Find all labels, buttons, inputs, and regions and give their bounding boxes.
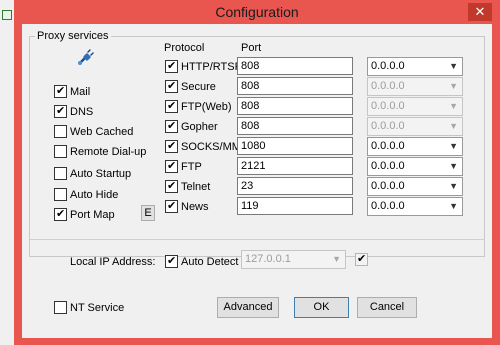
- chevron-down-icon: ▼: [449, 101, 458, 111]
- advanced-button[interactable]: Advanced: [217, 297, 279, 318]
- group-separator: [30, 239, 484, 240]
- local-ip-value: 127.0.0.1: [245, 253, 291, 265]
- protocol-checkbox-socks-mms[interactable]: [165, 139, 178, 153]
- bind-address-value: 0.0.0.0: [371, 120, 405, 132]
- background-app-strip: [0, 0, 14, 345]
- protocol-checkbox-telnet[interactable]: [165, 179, 178, 193]
- port-input-ftp-web[interactable]: 808: [237, 97, 353, 115]
- bind-address-value: 0.0.0.0: [371, 80, 405, 92]
- proxy-services-label: Proxy services: [35, 30, 111, 42]
- auto-detect-label: Auto Detect: [181, 256, 239, 268]
- chevron-down-icon: ▼: [449, 61, 458, 71]
- chevron-down-icon: ▼: [449, 201, 458, 211]
- protocol-label: Telnet: [181, 181, 211, 193]
- bind-address-select-http-rtsp[interactable]: 0.0.0.0 ▼: [367, 57, 463, 76]
- cancel-button[interactable]: Cancel: [357, 297, 417, 318]
- bind-address-select-secure[interactable]: 0.0.0.0 ▼: [367, 77, 463, 96]
- service-checkbox-mail[interactable]: [54, 84, 67, 98]
- service-label: Web Cached: [70, 126, 134, 138]
- port-header: Port: [241, 42, 262, 54]
- port-input-socks-mms[interactable]: 1080: [237, 137, 353, 155]
- bind-address-value: 0.0.0.0: [371, 180, 405, 192]
- bind-address-select-ftp[interactable]: 0.0.0.0 ▼: [367, 157, 463, 176]
- port-input-ftp[interactable]: 2121: [237, 157, 353, 175]
- service-label: Auto Hide: [70, 189, 119, 201]
- service-checkbox-port-map[interactable]: [54, 207, 67, 221]
- protocol-checkbox-secure[interactable]: [165, 79, 178, 93]
- protocol-label: FTP(Web): [181, 101, 232, 113]
- service-checkbox-dns[interactable]: [54, 104, 67, 118]
- port-input-secure[interactable]: 808: [237, 77, 353, 95]
- service-checkbox-auto-startup[interactable]: [54, 167, 67, 180]
- protocol-label: Gopher: [181, 121, 218, 133]
- port-map-edit-button[interactable]: E: [141, 205, 155, 221]
- local-ip-label: Local IP Address:: [70, 256, 156, 268]
- bind-address-value: 0.0.0.0: [371, 160, 405, 172]
- port-input-http-rtsp[interactable]: 808: [237, 57, 353, 75]
- protocol-label: News: [181, 201, 209, 213]
- protocol-checkbox-gopher[interactable]: [165, 119, 178, 133]
- auto-detect-checkbox[interactable]: [165, 254, 178, 268]
- protocol-label: FTP: [181, 161, 202, 173]
- protocol-checkbox-ftp-web[interactable]: [165, 99, 178, 113]
- configuration-dialog: Configuration ✕ Proxy services Mail DNS We…: [14, 0, 500, 345]
- dialog-client-area: Proxy services Mail DNS Web Cached Remote D…: [22, 24, 492, 338]
- service-label: Mail: [70, 86, 91, 98]
- bind-address-value: 0.0.0.0: [371, 60, 405, 72]
- local-ip-extra-checkbox[interactable]: [355, 252, 368, 266]
- local-ip-select[interactable]: 127.0.0.1 ▼: [241, 250, 346, 269]
- nt-service-label: NT Service: [70, 302, 125, 314]
- chevron-down-icon: ▼: [449, 121, 458, 131]
- background-app-icon: [2, 10, 12, 20]
- chevron-down-icon: ▼: [332, 254, 341, 264]
- ok-button[interactable]: OK: [294, 297, 349, 318]
- service-checkbox-remote-dial-up[interactable]: [54, 145, 67, 158]
- service-label: Auto Startup: [70, 168, 132, 180]
- bind-address-value: 0.0.0.0: [371, 140, 405, 152]
- dialog-title: Configuration: [215, 4, 299, 20]
- nt-service-checkbox[interactable]: [54, 301, 67, 314]
- service-checkbox-web-cached[interactable]: [54, 125, 67, 138]
- bind-address-select-gopher[interactable]: 0.0.0.0 ▼: [367, 117, 463, 136]
- protocol-label: HTTP/RTSP: [181, 61, 242, 73]
- service-label: Port Map: [70, 209, 115, 221]
- chevron-down-icon: ▼: [449, 81, 458, 91]
- plug-icon: [78, 49, 94, 65]
- protocol-checkbox-ftp[interactable]: [165, 159, 178, 173]
- close-icon: ✕: [474, 4, 486, 19]
- chevron-down-icon: ▼: [449, 181, 458, 191]
- protocol-checkbox-news[interactable]: [165, 199, 178, 213]
- bind-address-value: 0.0.0.0: [371, 100, 405, 112]
- port-input-telnet[interactable]: 23: [237, 177, 353, 195]
- close-button[interactable]: ✕: [468, 3, 492, 21]
- bind-address-select-news[interactable]: 0.0.0.0 ▼: [367, 197, 463, 216]
- protocol-header: Protocol: [164, 42, 205, 54]
- bind-address-select-telnet[interactable]: 0.0.0.0 ▼: [367, 177, 463, 196]
- service-label: DNS: [70, 106, 94, 118]
- service-label: Remote Dial-up: [70, 146, 147, 158]
- chevron-down-icon: ▼: [449, 161, 458, 171]
- bind-address-value: 0.0.0.0: [371, 200, 405, 212]
- service-checkbox-auto-hide[interactable]: [54, 188, 67, 201]
- bind-address-select-ftp-web[interactable]: 0.0.0.0 ▼: [367, 97, 463, 116]
- port-input-gopher[interactable]: 808: [237, 117, 353, 135]
- protocol-label: Secure: [181, 81, 216, 93]
- port-input-news[interactable]: 119: [237, 197, 353, 215]
- protocol-checkbox-http-rtsp[interactable]: [165, 59, 178, 73]
- chevron-down-icon: ▼: [449, 141, 458, 151]
- bind-address-select-socks-mms[interactable]: 0.0.0.0 ▼: [367, 137, 463, 156]
